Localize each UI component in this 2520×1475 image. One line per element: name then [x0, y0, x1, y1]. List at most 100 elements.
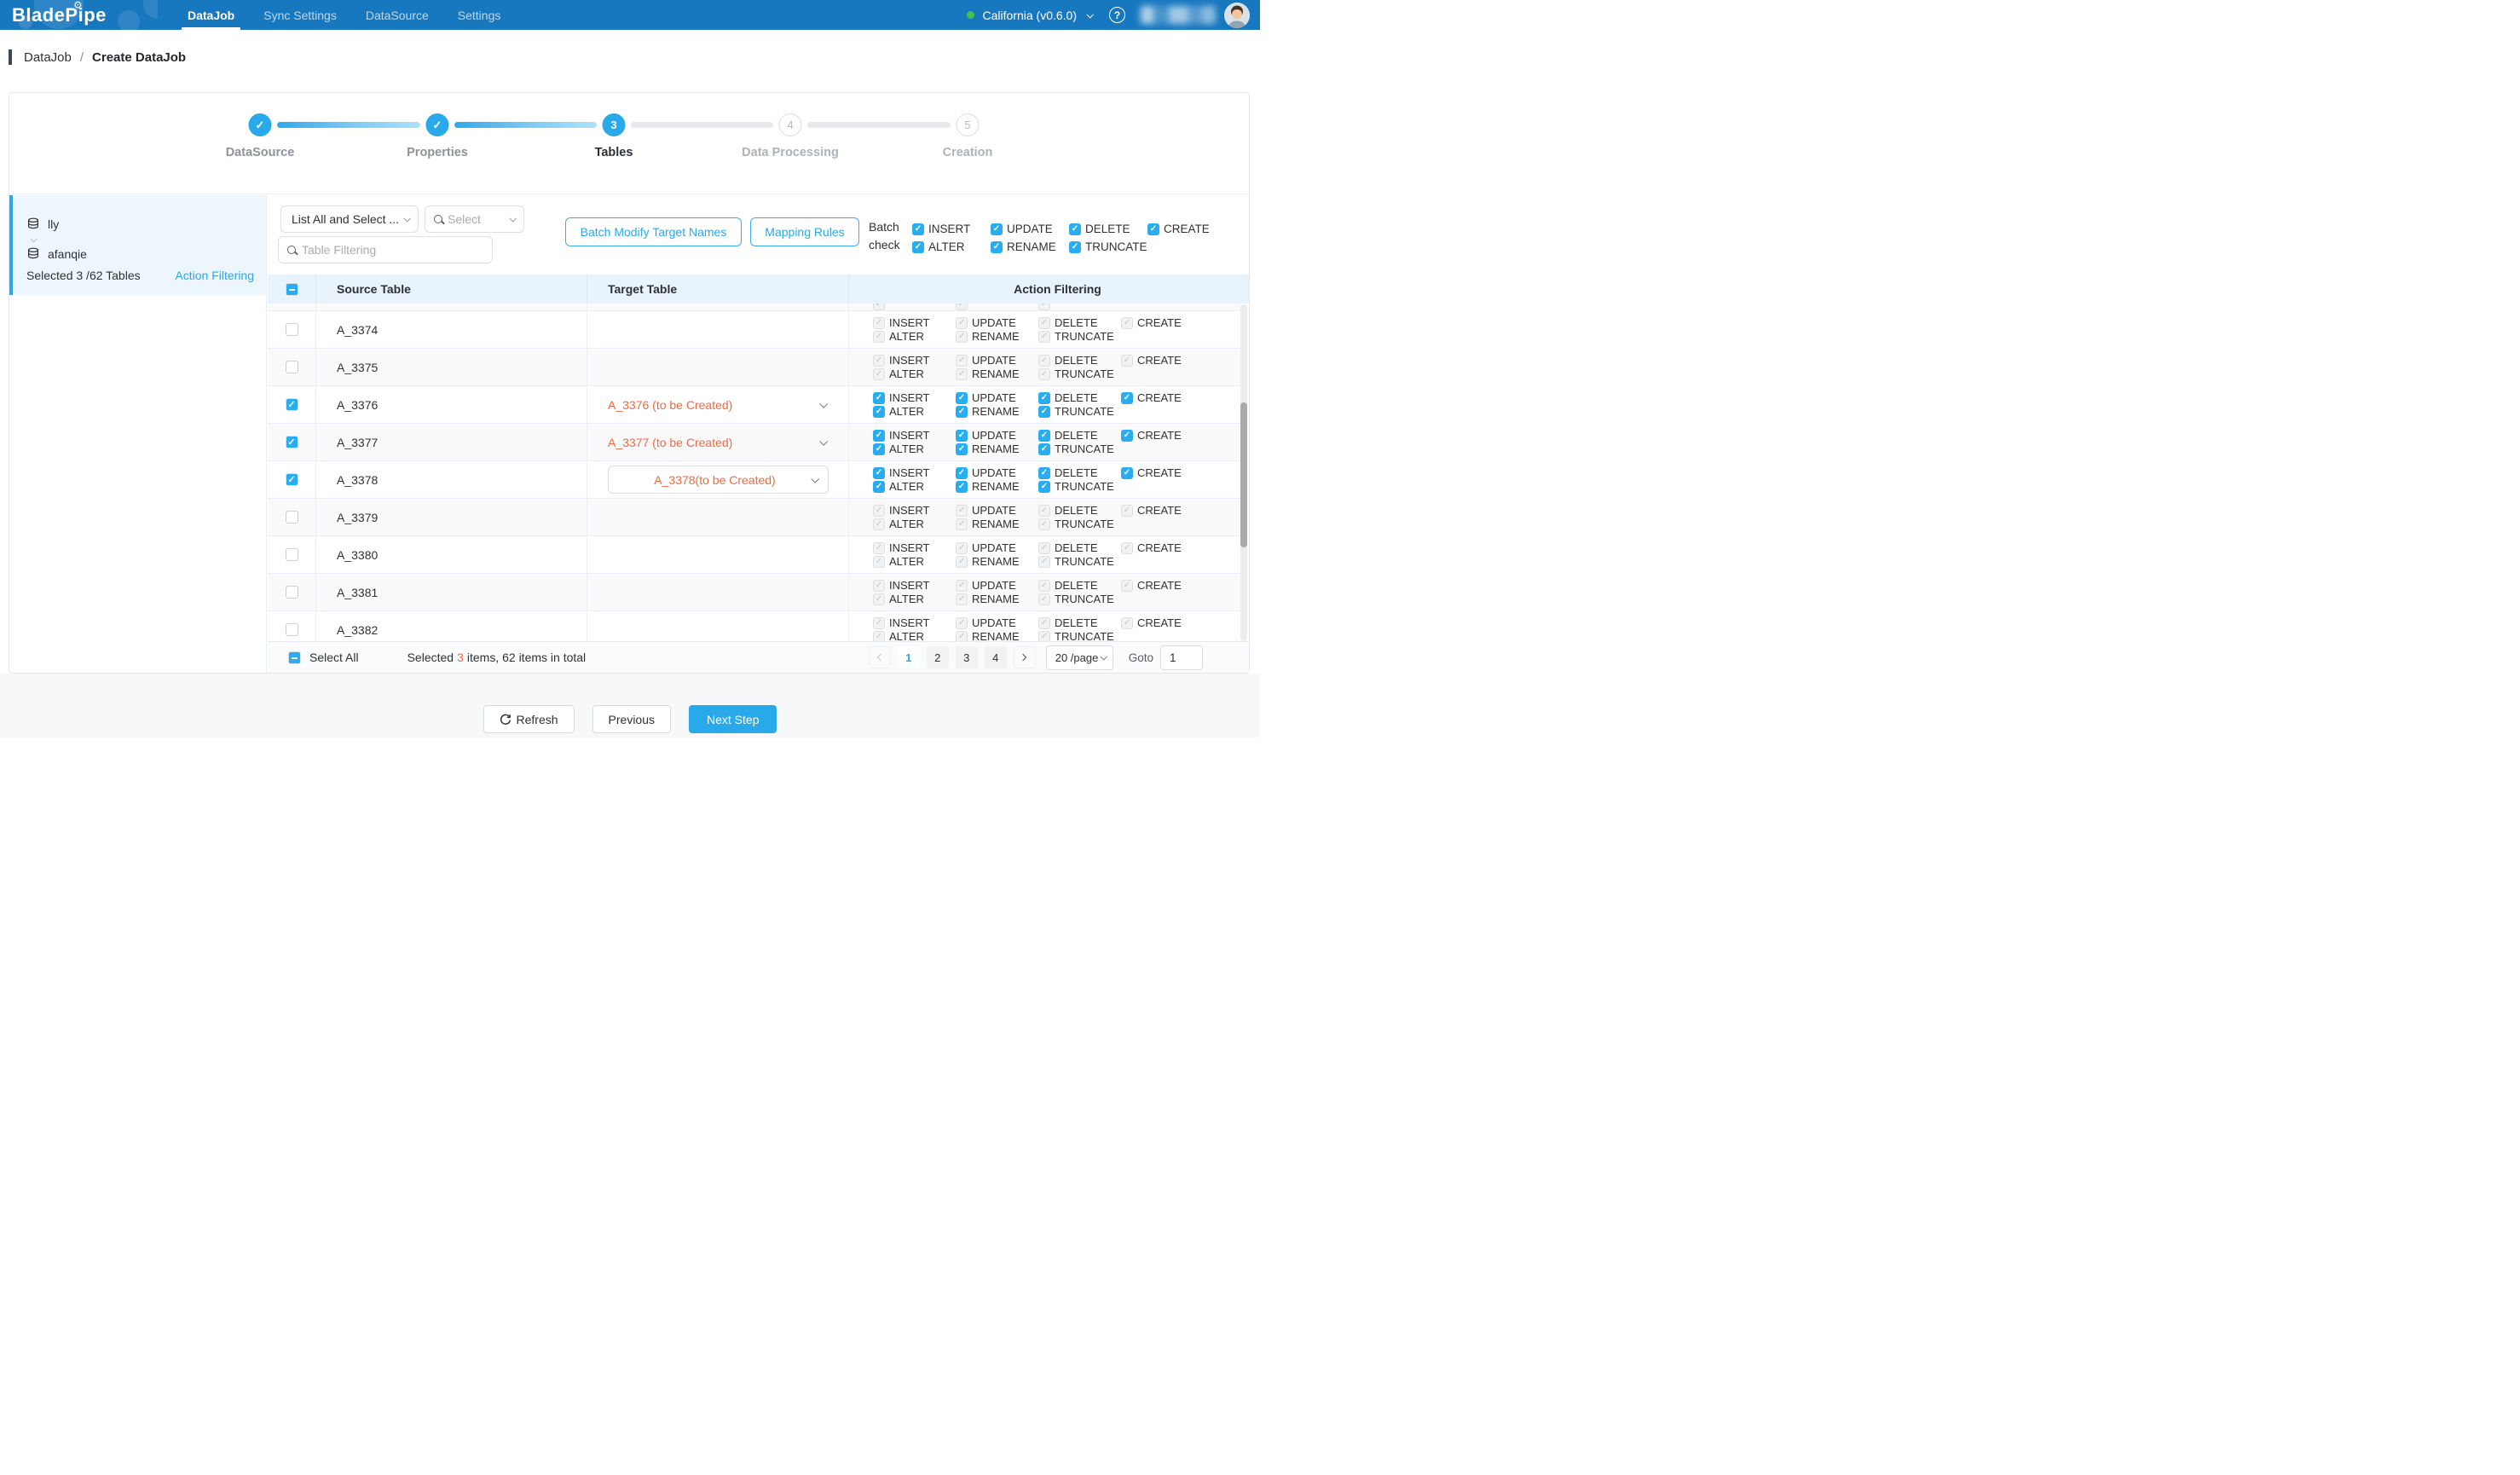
action-delete[interactable]: ✓DELETE	[1038, 391, 1121, 404]
batch-action-insert[interactable]: ✓INSERT	[912, 223, 991, 235]
batch-action-alter[interactable]: ✓ALTER	[912, 240, 991, 253]
table-filter-box[interactable]	[278, 236, 493, 263]
pagination-prev-button[interactable]	[869, 646, 891, 668]
action-rename[interactable]: ✓RENAME	[956, 442, 1038, 455]
sidebar-selected-group[interactable]: lly afanqie Selected 3 /62 Tables Action…	[9, 195, 266, 295]
batch-action-truncate[interactable]: ✓TRUNCATE	[1069, 240, 1147, 253]
table-filter-input[interactable]	[302, 243, 483, 257]
checkbox-disabled-icon: ✓	[956, 631, 968, 642]
nav-tab-sync-settings[interactable]: Sync Settings	[249, 0, 351, 30]
step-connector	[454, 122, 597, 128]
previous-button[interactable]: Previous	[592, 705, 671, 733]
breadcrumb-bar	[9, 49, 12, 65]
action-truncate[interactable]: ✓TRUNCATE	[1038, 405, 1121, 418]
column-select[interactable]: Select	[425, 205, 524, 233]
table-scrollbar[interactable]	[1240, 304, 1247, 641]
row-checkbox[interactable]	[286, 323, 298, 336]
action-truncate[interactable]: ✓TRUNCATE	[1038, 442, 1121, 455]
checkbox-disabled-icon: ✓	[956, 331, 968, 343]
action-update[interactable]: ✓UPDATE	[956, 391, 1038, 404]
action-alter[interactable]: ✓ALTER	[873, 442, 956, 455]
goto-page-input[interactable]	[1160, 645, 1203, 670]
target-table-value[interactable]: A_3376 (to be Created)	[608, 398, 732, 412]
table-body: ✓✓✓ A_3374 ✓INSERT✓UPDATE✓DELETE✓CREATE✓…	[268, 304, 1242, 641]
row-checkbox[interactable]: ✓	[286, 473, 298, 486]
select-all-checkbox[interactable]	[288, 651, 301, 664]
target-table-select[interactable]: A_3378(to be Created)	[608, 466, 829, 494]
action-truncate: ✓TRUNCATE	[1038, 630, 1121, 641]
pagination-page-4[interactable]: 4	[985, 646, 1007, 668]
chevron-down-icon[interactable]	[819, 437, 828, 446]
step-circle-datasource[interactable]: ✓	[249, 113, 272, 136]
pagination-next-button[interactable]	[1014, 646, 1036, 668]
action-insert[interactable]: ✓INSERT	[873, 466, 956, 479]
target-database-item[interactable]: afanqie	[26, 246, 254, 263]
step-circle-tables[interactable]: 3	[603, 113, 626, 136]
action-truncate[interactable]: ✓TRUNCATE	[1038, 480, 1121, 493]
row-checkbox[interactable]	[286, 586, 298, 599]
action-alter[interactable]: ✓ALTER	[873, 405, 956, 418]
row-checkbox[interactable]	[286, 511, 298, 523]
batch-action-rename[interactable]: ✓RENAME	[991, 240, 1069, 253]
action-alter[interactable]: ✓ALTER	[873, 480, 956, 493]
source-database-item[interactable]: lly	[26, 216, 254, 233]
nav-tab-datasource[interactable]: DataSource	[351, 0, 443, 30]
action-rename[interactable]: ✓RENAME	[956, 480, 1038, 493]
logo[interactable]: BladePipe ⚙	[0, 0, 158, 30]
row-checkbox[interactable]: ✓	[286, 398, 298, 411]
row-checkbox[interactable]	[286, 623, 298, 636]
checkbox-disabled-icon: ✓	[1121, 542, 1133, 554]
page-title: Create DataJob	[92, 50, 186, 65]
help-icon[interactable]: ?	[1109, 7, 1125, 23]
region-selector[interactable]: California (v0.6.0)	[983, 9, 1078, 22]
row-checkbox[interactable]	[286, 548, 298, 561]
avatar[interactable]	[1224, 3, 1250, 28]
nav-tab-datajob[interactable]: DataJob	[173, 0, 249, 30]
scrollbar-thumb[interactable]	[1240, 402, 1247, 547]
row-checkbox[interactable]: ✓	[286, 436, 298, 448]
action-create[interactable]: ✓CREATE	[1121, 391, 1204, 404]
batch-action-delete[interactable]: ✓DELETE	[1069, 223, 1147, 235]
table-row-a_3381: A_3381 ✓INSERT✓UPDATE✓DELETE✓CREATE✓ALTE…	[268, 574, 1242, 611]
step-circle-data-processing[interactable]: 4	[779, 113, 802, 136]
nav-tab-settings[interactable]: Settings	[443, 0, 516, 30]
action-delete[interactable]: ✓DELETE	[1038, 466, 1121, 479]
action-create[interactable]: ✓CREATE	[1121, 466, 1204, 479]
action-update: ✓UPDATE	[956, 316, 1038, 329]
action-create[interactable]: ✓CREATE	[1121, 429, 1204, 442]
checkbox-disabled-icon: ✓	[1121, 617, 1133, 629]
action-rename[interactable]: ✓RENAME	[956, 405, 1038, 418]
list-mode-select[interactable]: List All and Select ...	[280, 205, 419, 233]
checkbox-checked-icon: ✓	[873, 430, 885, 442]
breadcrumb-datajob[interactable]: DataJob	[24, 50, 72, 65]
select-all-header-checkbox[interactable]	[286, 283, 298, 296]
target-table-value[interactable]: A_3377 (to be Created)	[608, 436, 732, 449]
pagination-page-3[interactable]: 3	[956, 646, 978, 668]
mapping-rules-button[interactable]: Mapping Rules	[750, 217, 859, 246]
action-insert[interactable]: ✓INSERT	[873, 391, 956, 404]
action-delete[interactable]: ✓DELETE	[1038, 429, 1121, 442]
batch-action-create[interactable]: ✓CREATE	[1147, 223, 1226, 235]
next-step-button[interactable]: Next Step	[689, 705, 777, 733]
breadcrumb: DataJob / Create DataJob	[9, 49, 186, 65]
chevron-down-icon[interactable]	[1086, 11, 1093, 18]
source-table-cell: A_3378	[316, 461, 587, 498]
action-filtering-link[interactable]: Action Filtering	[175, 269, 254, 282]
step-label: Creation	[943, 146, 993, 159]
action-update[interactable]: ✓UPDATE	[956, 429, 1038, 442]
pagination-page-2[interactable]: 2	[927, 646, 949, 668]
pagination-page-1[interactable]: 1	[898, 646, 920, 668]
row-checkbox[interactable]	[286, 361, 298, 373]
checkbox-checked-icon: ✓	[912, 241, 924, 253]
batch-modify-target-names-button[interactable]: Batch Modify Target Names	[565, 217, 742, 246]
batch-action-update[interactable]: ✓UPDATE	[991, 223, 1069, 235]
action-insert[interactable]: ✓INSERT	[873, 429, 956, 442]
checkbox-disabled-icon: ✓	[873, 355, 885, 367]
refresh-button[interactable]: Refresh	[483, 705, 575, 733]
page-size-select[interactable]: 20 /page	[1046, 645, 1113, 670]
step-circle-creation[interactable]: 5	[957, 113, 980, 136]
checkbox-disabled-icon: ✓	[956, 617, 968, 629]
step-circle-properties[interactable]: ✓	[426, 113, 449, 136]
action-update[interactable]: ✓UPDATE	[956, 466, 1038, 479]
chevron-down-icon[interactable]	[819, 400, 828, 408]
